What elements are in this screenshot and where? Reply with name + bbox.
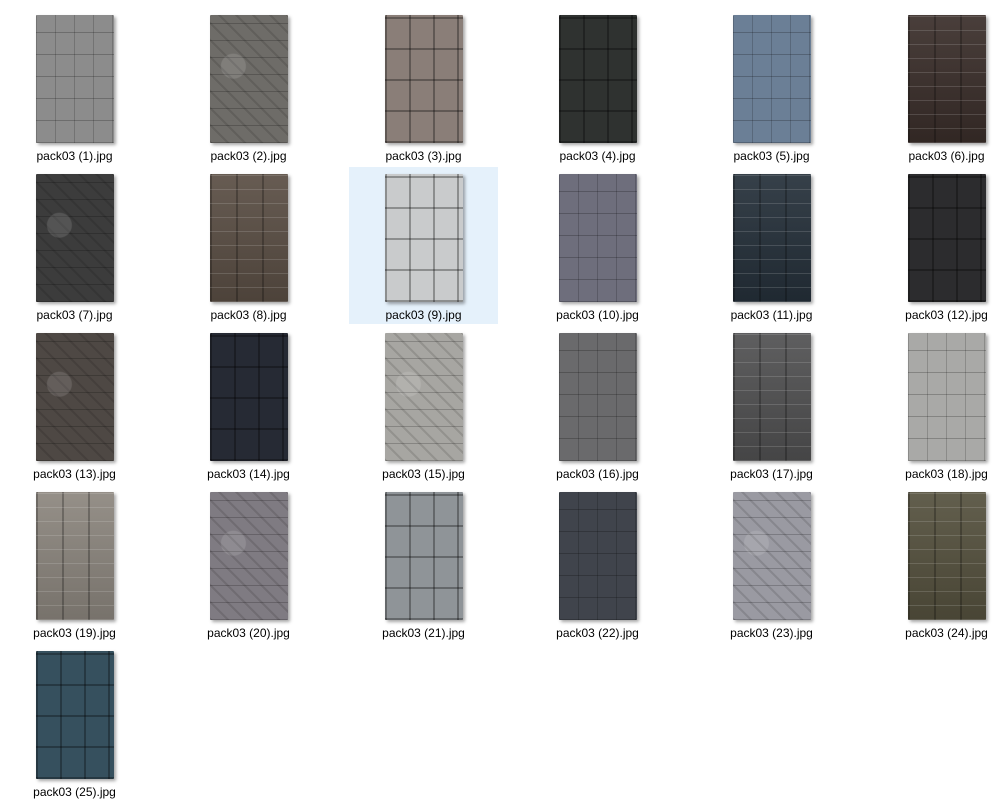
file-item[interactable]: pack03 (10).jpg [523, 167, 672, 324]
file-thumbnail[interactable] [36, 174, 114, 302]
file-item[interactable]: pack03 (2).jpg [174, 8, 323, 165]
file-name-label: pack03 (18).jpg [905, 467, 988, 481]
file-name-label: pack03 (23).jpg [730, 626, 813, 640]
file-item[interactable]: pack03 (18).jpg [872, 326, 1005, 483]
file-name-label: pack03 (6).jpg [908, 149, 985, 163]
file-item[interactable]: pack03 (22).jpg [523, 485, 672, 642]
file-item[interactable]: pack03 (17).jpg [697, 326, 846, 483]
file-item[interactable]: pack03 (13).jpg [0, 326, 149, 483]
file-thumbnail[interactable] [733, 174, 811, 302]
file-name-label: pack03 (22).jpg [556, 626, 639, 640]
file-item[interactable]: pack03 (23).jpg [697, 485, 846, 642]
file-name-label: pack03 (19).jpg [33, 626, 116, 640]
file-grid: pack03 (1).jpg pack03 (2).jpg pack03 (3).j… [0, 0, 1005, 809]
file-item[interactable]: pack03 (15).jpg [349, 326, 498, 483]
file-thumbnail[interactable] [210, 492, 288, 620]
file-item[interactable]: pack03 (21).jpg [349, 485, 498, 642]
file-item[interactable]: pack03 (4).jpg [523, 8, 672, 165]
file-item[interactable]: pack03 (20).jpg [174, 485, 323, 642]
file-item[interactable]: pack03 (1).jpg [0, 8, 149, 165]
file-thumbnail[interactable] [908, 15, 986, 143]
file-name-label: pack03 (12).jpg [905, 308, 988, 322]
file-thumbnail[interactable] [385, 15, 463, 143]
file-name-label: pack03 (14).jpg [207, 467, 290, 481]
file-name-label: pack03 (15).jpg [382, 467, 465, 481]
file-name-label: pack03 (3).jpg [385, 149, 462, 163]
file-name-label: pack03 (8).jpg [210, 308, 287, 322]
file-thumbnail[interactable] [36, 15, 114, 143]
file-item[interactable]: pack03 (14).jpg [174, 326, 323, 483]
file-item[interactable]: pack03 (19).jpg [0, 485, 149, 642]
file-thumbnail[interactable] [559, 174, 637, 302]
file-item[interactable]: pack03 (24).jpg [872, 485, 1005, 642]
file-thumbnail[interactable] [210, 333, 288, 461]
file-name-label: pack03 (24).jpg [905, 626, 988, 640]
file-name-label: pack03 (21).jpg [382, 626, 465, 640]
file-item[interactable]: pack03 (5).jpg [697, 8, 846, 165]
file-name-label: pack03 (16).jpg [556, 467, 639, 481]
file-thumbnail[interactable] [36, 492, 114, 620]
file-name-label: pack03 (2).jpg [210, 149, 287, 163]
file-name-label: pack03 (1).jpg [36, 149, 113, 163]
file-thumbnail[interactable] [385, 492, 463, 620]
file-item[interactable]: pack03 (6).jpg [872, 8, 1005, 165]
file-item[interactable]: pack03 (11).jpg [697, 167, 846, 324]
file-name-label: pack03 (4).jpg [559, 149, 636, 163]
file-thumbnail[interactable] [210, 15, 288, 143]
file-thumbnail[interactable] [733, 15, 811, 143]
file-name-label: pack03 (17).jpg [730, 467, 813, 481]
file-name-label: pack03 (9).jpg [385, 308, 462, 322]
file-name-label: pack03 (5).jpg [733, 149, 810, 163]
file-thumbnail[interactable] [36, 651, 114, 779]
file-thumbnail[interactable] [385, 333, 463, 461]
file-name-label: pack03 (25).jpg [33, 785, 116, 799]
file-name-label: pack03 (11).jpg [730, 308, 813, 322]
file-thumbnail[interactable] [733, 333, 811, 461]
file-thumbnail[interactable] [908, 492, 986, 620]
file-item[interactable]: pack03 (7).jpg [0, 167, 149, 324]
file-item[interactable]: pack03 (16).jpg [523, 326, 672, 483]
file-name-label: pack03 (13).jpg [33, 467, 116, 481]
file-thumbnail[interactable] [559, 15, 637, 143]
file-item[interactable]: pack03 (25).jpg [0, 644, 149, 801]
file-name-label: pack03 (7).jpg [36, 308, 113, 322]
file-name-label: pack03 (10).jpg [556, 308, 639, 322]
file-thumbnail[interactable] [210, 174, 288, 302]
file-item[interactable]: pack03 (12).jpg [872, 167, 1005, 324]
file-item[interactable]: pack03 (9).jpg [349, 167, 498, 324]
file-thumbnail[interactable] [733, 492, 811, 620]
file-thumbnail[interactable] [908, 174, 986, 302]
file-item[interactable]: pack03 (8).jpg [174, 167, 323, 324]
file-item[interactable]: pack03 (3).jpg [349, 8, 498, 165]
file-thumbnail[interactable] [385, 174, 463, 302]
file-thumbnail[interactable] [908, 333, 986, 461]
file-thumbnail[interactable] [559, 333, 637, 461]
file-name-label: pack03 (20).jpg [207, 626, 290, 640]
file-thumbnail[interactable] [559, 492, 637, 620]
file-thumbnail[interactable] [36, 333, 114, 461]
